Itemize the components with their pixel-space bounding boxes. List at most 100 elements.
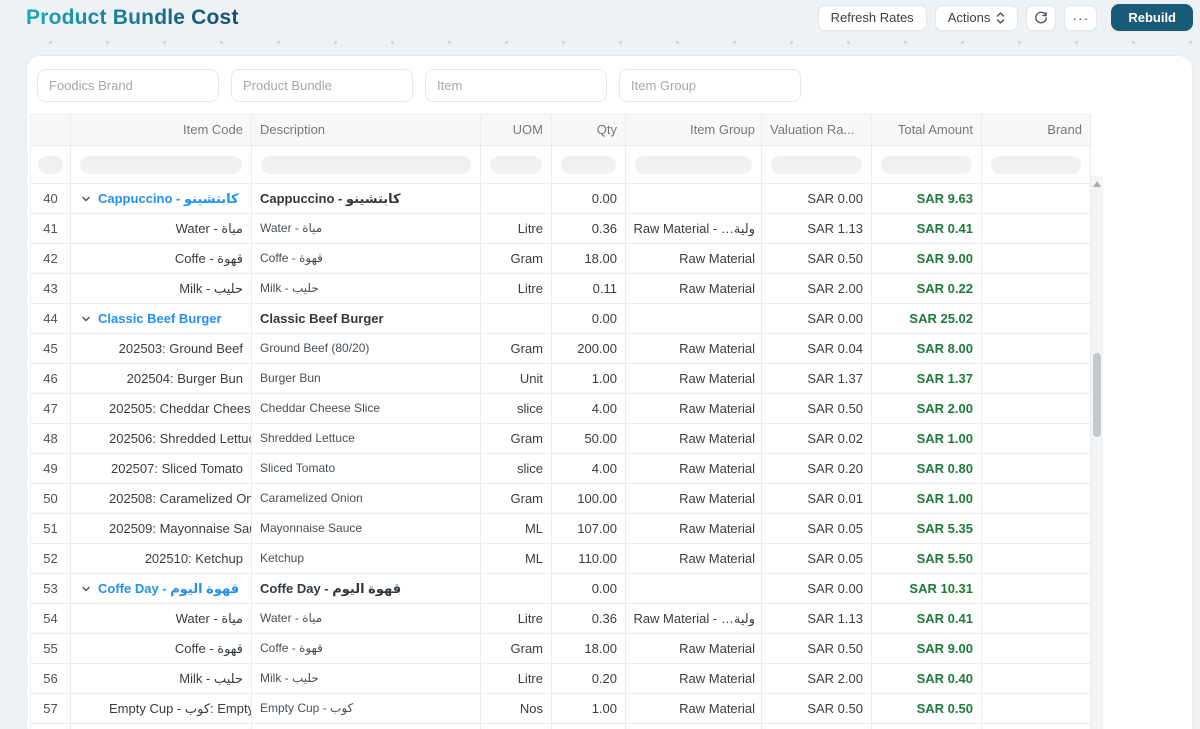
header-description[interactable]: Description (252, 115, 481, 145)
cell-item-code[interactable]: Milk - حليب (71, 664, 252, 693)
cell-item-code[interactable]: Milk - حليب (71, 274, 252, 303)
uom-column-filter-input[interactable] (490, 155, 542, 174)
table-row[interactable]: 40 Cappuccino - كابتشينو Cappuccino - كا… (31, 184, 1091, 214)
description-column-filter-input[interactable] (261, 155, 471, 174)
row-index-filter-input[interactable] (38, 155, 63, 174)
table-row[interactable]: 50 202508: Caramelized Onion Caramelized… (31, 484, 1091, 514)
cell-item-code[interactable]: Water - مياة (71, 604, 252, 633)
table-row[interactable]: 46 202504: Burger Bun Burger Bun Unit 1.… (31, 364, 1091, 394)
cell-brand (982, 424, 1091, 453)
cell-qty: 4.00 (552, 454, 626, 483)
cell-item-code[interactable]: Classic Beef Burger (71, 304, 252, 333)
scrollbar-thumb[interactable] (1093, 353, 1101, 437)
cell-item-code[interactable]: Coffe - قهوة (71, 634, 252, 663)
cell-item-group (626, 184, 762, 213)
rebuild-button[interactable]: Rebuild (1111, 4, 1193, 31)
cell-description: Cheddar Cheese Slice (252, 394, 481, 423)
valuation-rate-column-filter-input[interactable] (771, 155, 862, 174)
table-row[interactable]: 44 Classic Beef Burger Classic Beef Burg… (31, 304, 1091, 334)
row-index: 54 (31, 604, 71, 633)
vertical-scrollbar[interactable] (1091, 176, 1103, 729)
table-row-partial (31, 724, 1091, 729)
cell-total-amount: SAR 2.00 (872, 394, 982, 423)
brand-column-filter-input[interactable] (991, 155, 1081, 174)
header-item-group[interactable]: Item Group (626, 115, 762, 145)
item-code-column-filter-input[interactable] (80, 155, 242, 174)
header-brand[interactable]: Brand (982, 115, 1091, 145)
cell-uom: Gram (481, 484, 552, 513)
cell-item-code[interactable]: 202504: Burger Bun (71, 364, 252, 393)
row-index: 47 (31, 394, 71, 423)
table-row[interactable]: 53 Coffe Day - قهوة اليوم Coffe Day - قه… (31, 574, 1091, 604)
row-index: 41 (31, 214, 71, 243)
cell-uom (481, 184, 552, 213)
table-row[interactable]: 45 202503: Ground Beef Ground Beef (80/2… (31, 334, 1091, 364)
cell-item-group: Raw Material (626, 484, 762, 513)
table-row[interactable]: 51 202509: Mayonnaise Sauce Mayonnaise S… (31, 514, 1091, 544)
row-index: 46 (31, 364, 71, 393)
cell-item-group: Raw Material (626, 634, 762, 663)
item-group-filter-input[interactable] (619, 69, 801, 102)
cell-item-code[interactable]: Cappuccino - كابتشينو (71, 184, 252, 213)
header-valuation-rate[interactable]: Valuation Ra... (762, 115, 872, 145)
cell-description: Ketchup (252, 544, 481, 573)
table-row[interactable]: 49 202507: Sliced Tomato Sliced Tomato s… (31, 454, 1091, 484)
table-row[interactable]: 47 202505: Cheddar Cheese Cheddar Cheese… (31, 394, 1091, 424)
header-qty[interactable]: Qty (552, 115, 626, 145)
filter-cell (71, 146, 252, 183)
cell-item-code[interactable]: 202507: Sliced Tomato (71, 454, 252, 483)
cell-valuation-rate: SAR 0.02 (762, 424, 872, 453)
item-code-text: Coffe - قهوة (174, 251, 243, 266)
refresh-rates-button[interactable]: Refresh Rates (817, 4, 927, 31)
table-row[interactable]: 57 Empty Cup - كوب: Empty Cup - كوب Empt… (31, 694, 1091, 724)
table-row[interactable]: 54 Water - مياة Water - مياة Litre 0.36 … (31, 604, 1091, 634)
cell-qty: 1.00 (552, 364, 626, 393)
foodics-brand-filter-input[interactable] (37, 69, 219, 102)
product-bundle-filter-input[interactable] (231, 69, 413, 102)
cell-valuation-rate: SAR 0.50 (762, 244, 872, 273)
cell-valuation-rate: SAR 0.00 (762, 574, 872, 603)
item-filter-input[interactable] (425, 69, 607, 102)
cell-item-code[interactable]: Water - مياة (71, 214, 252, 243)
report-card: Item Code Description UOM Qty Item Group… (26, 55, 1193, 729)
cell-item-group: Raw Material (626, 424, 762, 453)
cell-item-code[interactable]: 202506: Shredded Lettuce (71, 424, 252, 453)
cell-uom: Gram (481, 334, 552, 363)
cell-brand (982, 184, 1091, 213)
cell-total-amount: SAR 0.50 (872, 694, 982, 723)
total-amount-column-filter-input[interactable] (881, 155, 972, 174)
header-total-amount[interactable]: Total Amount (872, 115, 982, 145)
actions-button[interactable]: Actions (934, 4, 1019, 31)
table-row[interactable]: 56 Milk - حليب Milk - حليب Litre 0.20 Ra… (31, 664, 1091, 694)
table-row[interactable]: 43 Milk - حليب Milk - حليب Litre 0.11 Ra… (31, 274, 1091, 304)
chevron-down-icon[interactable] (81, 194, 91, 204)
table-row[interactable]: 48 202506: Shredded Lettuce Shredded Let… (31, 424, 1091, 454)
table-row[interactable]: 52 202510: Ketchup Ketchup ML 110.00 Raw… (31, 544, 1091, 574)
header-item-code[interactable]: Item Code (71, 115, 252, 145)
table-row[interactable]: 41 Water - مياة Water - مياة Litre 0.36 … (31, 214, 1091, 244)
table-row[interactable]: 42 Coffe - قهوة Coffe - قهوة Gram 18.00 … (31, 244, 1091, 274)
cell-item-code[interactable]: 202505: Cheddar Cheese (71, 394, 252, 423)
header-uom[interactable]: UOM (481, 115, 552, 145)
cell-item-code[interactable]: Coffe Day - قهوة اليوم (71, 574, 252, 603)
row-index: 48 (31, 424, 71, 453)
chevron-down-icon[interactable] (81, 314, 91, 324)
cell-item-code[interactable]: Coffe - قهوة (71, 244, 252, 273)
cell-item-code[interactable]: 202503: Ground Beef (71, 334, 252, 363)
cell-uom: Litre (481, 274, 552, 303)
refresh-button[interactable] (1026, 4, 1057, 31)
item-code-text: Water - مياة (175, 611, 243, 626)
item-group-column-filter-input[interactable] (635, 155, 752, 174)
cell-item-code[interactable]: 202510: Ketchup (71, 544, 252, 573)
table-row[interactable]: 55 Coffe - قهوة Coffe - قهوة Gram 18.00 … (31, 634, 1091, 664)
cell-valuation-rate: SAR 0.50 (762, 394, 872, 423)
triangle-up-icon[interactable] (1093, 181, 1101, 187)
cell-item-code[interactable]: Empty Cup - كوب: Empty Cup - كوب (71, 694, 252, 723)
cell-valuation-rate: SAR 0.01 (762, 484, 872, 513)
more-options-button[interactable]: ··· (1064, 4, 1098, 31)
cell-description: Coffe Day - قهوة اليوم (252, 574, 481, 603)
qty-column-filter-input[interactable] (561, 155, 616, 174)
chevron-down-icon[interactable] (81, 584, 91, 594)
cell-item-code[interactable]: 202508: Caramelized Onion (71, 484, 252, 513)
cell-item-code[interactable]: 202509: Mayonnaise Sauce (71, 514, 252, 543)
